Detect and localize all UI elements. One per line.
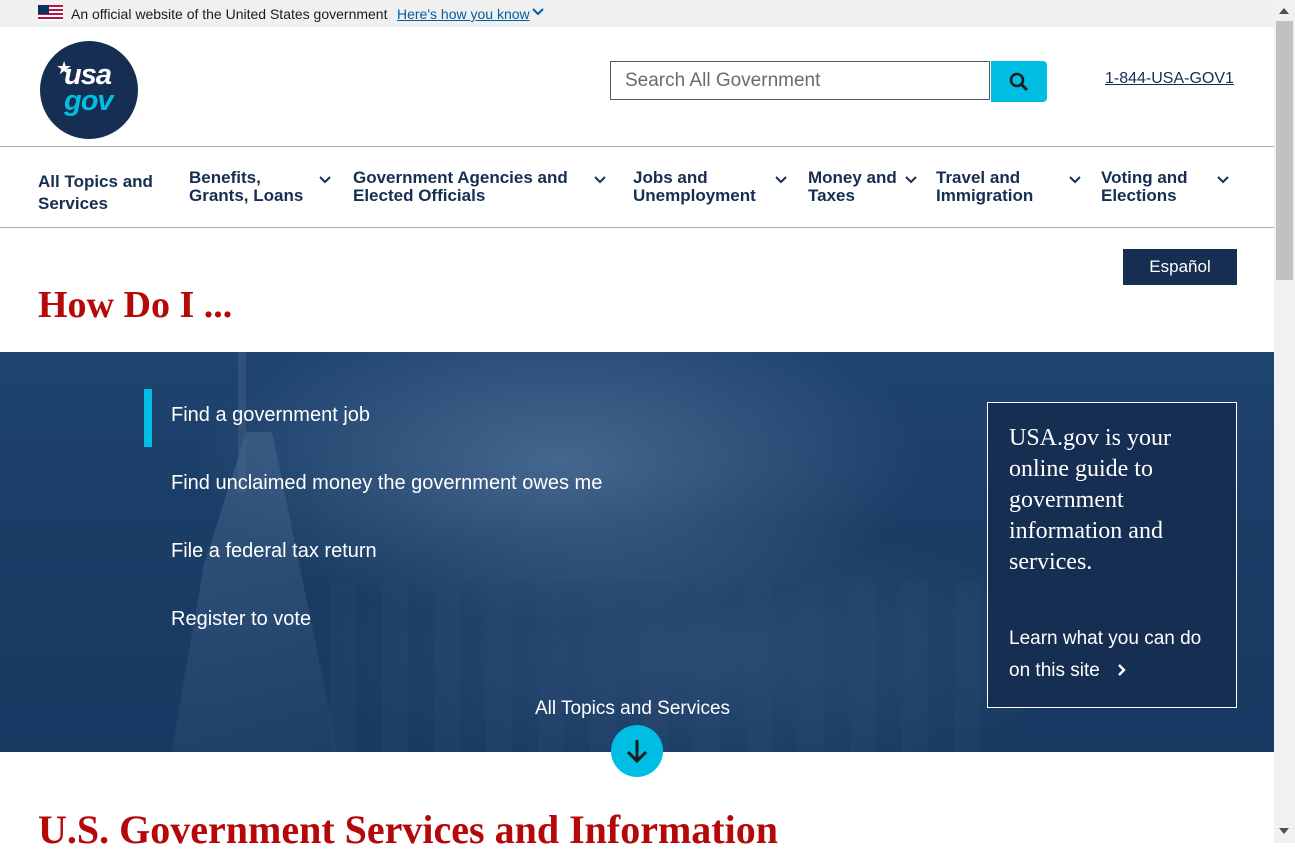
- nav-label-line2: Immigration: [936, 186, 1034, 205]
- nav-all-topics[interactable]: All Topics and Services: [38, 171, 153, 215]
- nav-benefits[interactable]: Benefits, Grants, Loans: [189, 169, 303, 205]
- chevron-down-icon[interactable]: [318, 175, 332, 185]
- nav-label-line2: Grants, Loans: [189, 186, 304, 205]
- all-topics-link[interactable]: All Topics and Services: [535, 698, 730, 720]
- nav-label-line2: Taxes: [808, 186, 855, 205]
- task-link-tax-return[interactable]: File a federal tax return: [171, 540, 377, 563]
- nav-voting[interactable]: Voting and Elections: [1101, 169, 1188, 205]
- heres-how-you-know-link[interactable]: Here's how you know: [397, 6, 530, 22]
- logo-text-gov: gov: [64, 85, 114, 117]
- page-scrollbar[interactable]: [1274, 0, 1295, 843]
- search-icon: [1009, 72, 1028, 91]
- official-banner: An official website of the United States…: [0, 0, 1274, 27]
- usagov-logo[interactable]: ★ usa gov: [40, 41, 138, 139]
- services-section-heading: U.S. Government Services and Information: [38, 807, 778, 852]
- chevron-down-icon[interactable]: [593, 175, 607, 185]
- learn-more-link[interactable]: Learn what you can do on this site: [1009, 623, 1224, 687]
- scroll-down-button[interactable]: [611, 725, 663, 777]
- about-usagov-box: USA.gov is your online guide to governme…: [987, 402, 1237, 708]
- task-link-find-job[interactable]: Find a government job: [171, 404, 370, 427]
- nav-label-line1: Government Agencies and: [353, 168, 568, 187]
- official-site-text: An official website of the United States…: [71, 6, 388, 22]
- phone-link[interactable]: 1-844-USA-GOV1: [1105, 70, 1234, 88]
- nav-label-line1: Travel and: [936, 168, 1021, 187]
- search-button[interactable]: [991, 61, 1047, 102]
- nav-label-line2: Unemployment: [633, 186, 756, 205]
- chevron-right-icon: [1118, 664, 1126, 676]
- main-nav: All Topics and Services Benefits, Grants…: [0, 146, 1274, 228]
- nav-label-line1: Benefits,: [189, 168, 261, 187]
- chevron-down-icon[interactable]: [532, 5, 544, 19]
- nav-label-line1: Voting and: [1101, 168, 1188, 187]
- nav-label-line1: Jobs and: [633, 168, 708, 187]
- learn-more-label: Learn what you can do on this site: [1009, 628, 1202, 681]
- hero-banner: Find a government job Find unclaimed mon…: [0, 352, 1274, 752]
- nav-label-line2: Services: [38, 194, 108, 213]
- arrow-down-icon: [626, 740, 648, 764]
- search-input[interactable]: [610, 61, 990, 100]
- chevron-down-icon[interactable]: [904, 175, 918, 185]
- active-task-indicator: [144, 389, 152, 447]
- scrollbar-thumb[interactable]: [1276, 21, 1293, 280]
- how-do-i-heading: How Do I ...: [38, 284, 233, 326]
- nav-label-line2: Elected Officials: [353, 186, 486, 205]
- nav-label-line1: All Topics and: [38, 172, 153, 191]
- chevron-down-icon[interactable]: [774, 175, 788, 185]
- chevron-down-icon[interactable]: [1216, 175, 1230, 185]
- nav-label-line1: Money and: [808, 168, 897, 187]
- scroll-down-arrow-icon[interactable]: [1279, 828, 1289, 834]
- nav-money[interactable]: Money and Taxes: [808, 169, 897, 205]
- building-background-image: [330, 582, 980, 752]
- nav-agencies[interactable]: Government Agencies and Elected Official…: [353, 169, 568, 205]
- us-flag-icon: [38, 5, 63, 21]
- scroll-up-arrow-icon[interactable]: [1279, 8, 1289, 14]
- nav-jobs[interactable]: Jobs and Unemployment: [633, 169, 756, 205]
- task-link-unclaimed-money[interactable]: Find unclaimed money the government owes…: [171, 472, 602, 495]
- about-usagov-text: USA.gov is your online guide to governme…: [1009, 425, 1172, 575]
- task-link-register-vote[interactable]: Register to vote: [171, 608, 311, 631]
- chevron-down-icon[interactable]: [1068, 175, 1082, 185]
- espanol-button[interactable]: Español: [1123, 249, 1237, 285]
- nav-travel[interactable]: Travel and Immigration: [936, 169, 1033, 205]
- nav-label-line2: Elections: [1101, 186, 1177, 205]
